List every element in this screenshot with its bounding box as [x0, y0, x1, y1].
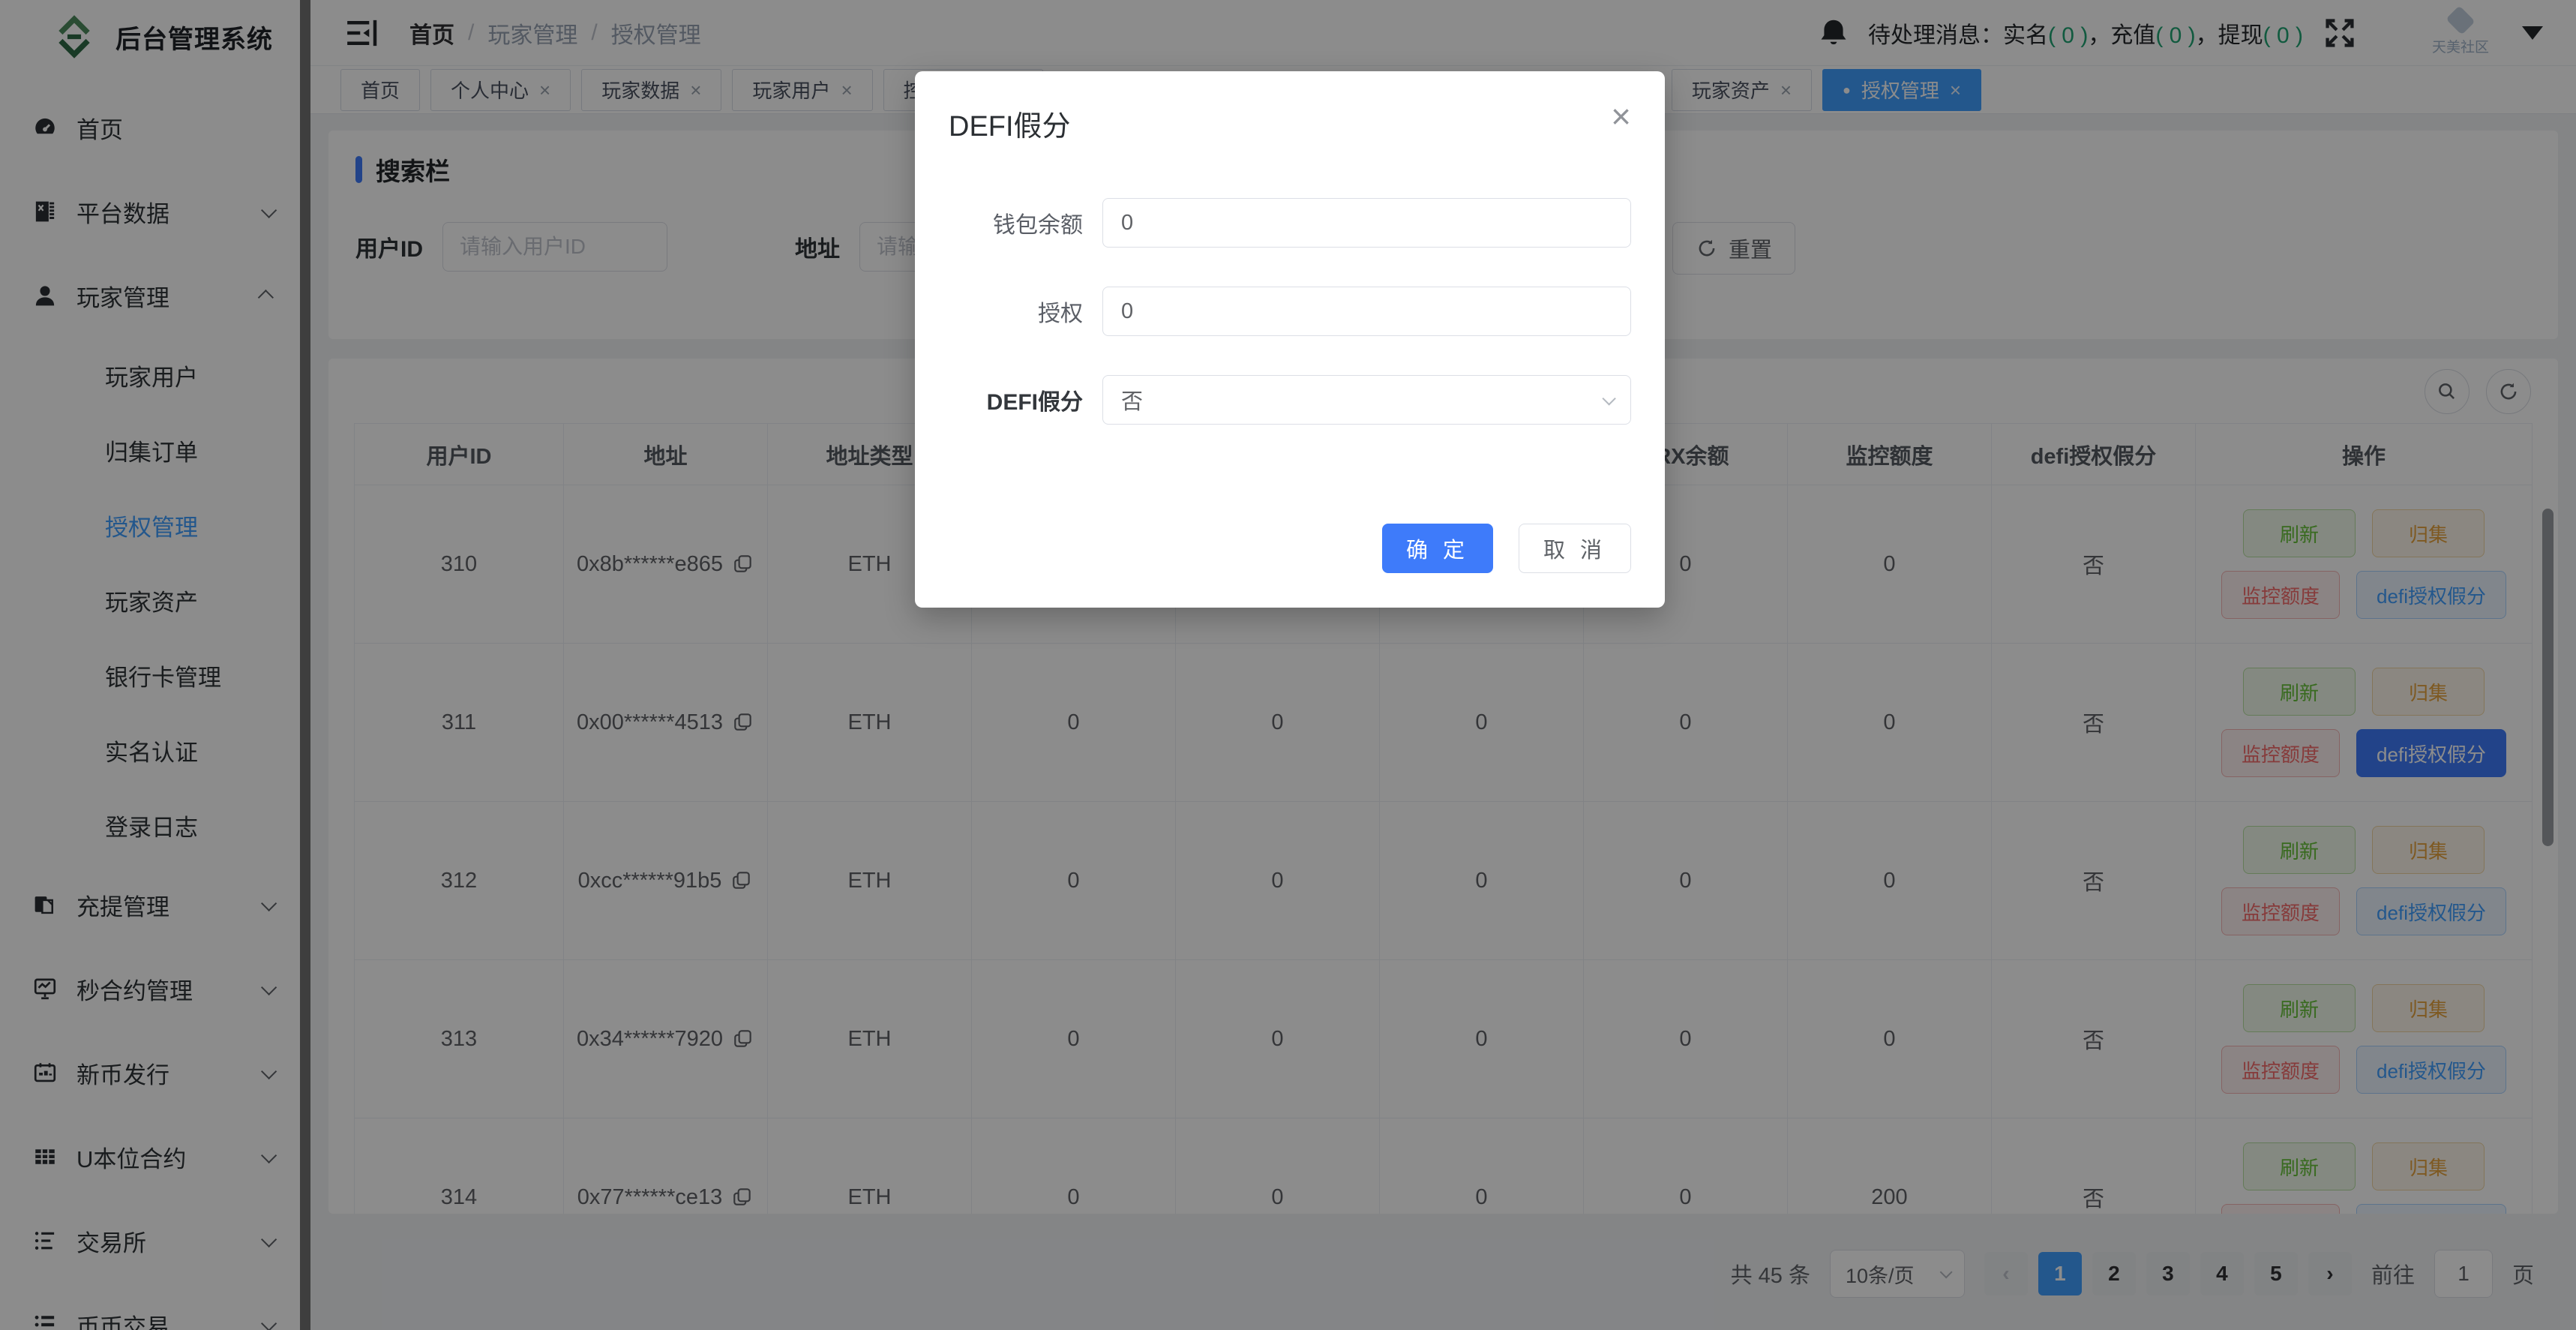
authorization-input[interactable]	[1102, 287, 1631, 336]
modal-form: 钱包余额 授权 DEFI假分 否	[949, 198, 1631, 425]
authorization-label: 授权	[949, 295, 1102, 328]
admin-page: 后台管理系统 首页 平台数据 玩家管理	[0, 0, 2576, 1330]
cancel-button[interactable]: 取 消	[1519, 524, 1631, 573]
wallet-balance-label: 钱包余额	[949, 206, 1102, 239]
wallet-balance-input[interactable]	[1102, 198, 1631, 248]
close-icon[interactable]: ×	[1611, 103, 1631, 130]
defi-fake-label: DEFI假分	[949, 383, 1102, 416]
modal-title: DEFI假分	[949, 103, 1071, 144]
defi-fake-select[interactable]: 否	[1102, 375, 1631, 425]
defi-modal: DEFI假分 × 钱包余额 授权 DEFI假分 否	[915, 71, 1665, 608]
chevron-down-icon	[1602, 392, 1615, 405]
confirm-button[interactable]: 确 定	[1382, 524, 1493, 573]
